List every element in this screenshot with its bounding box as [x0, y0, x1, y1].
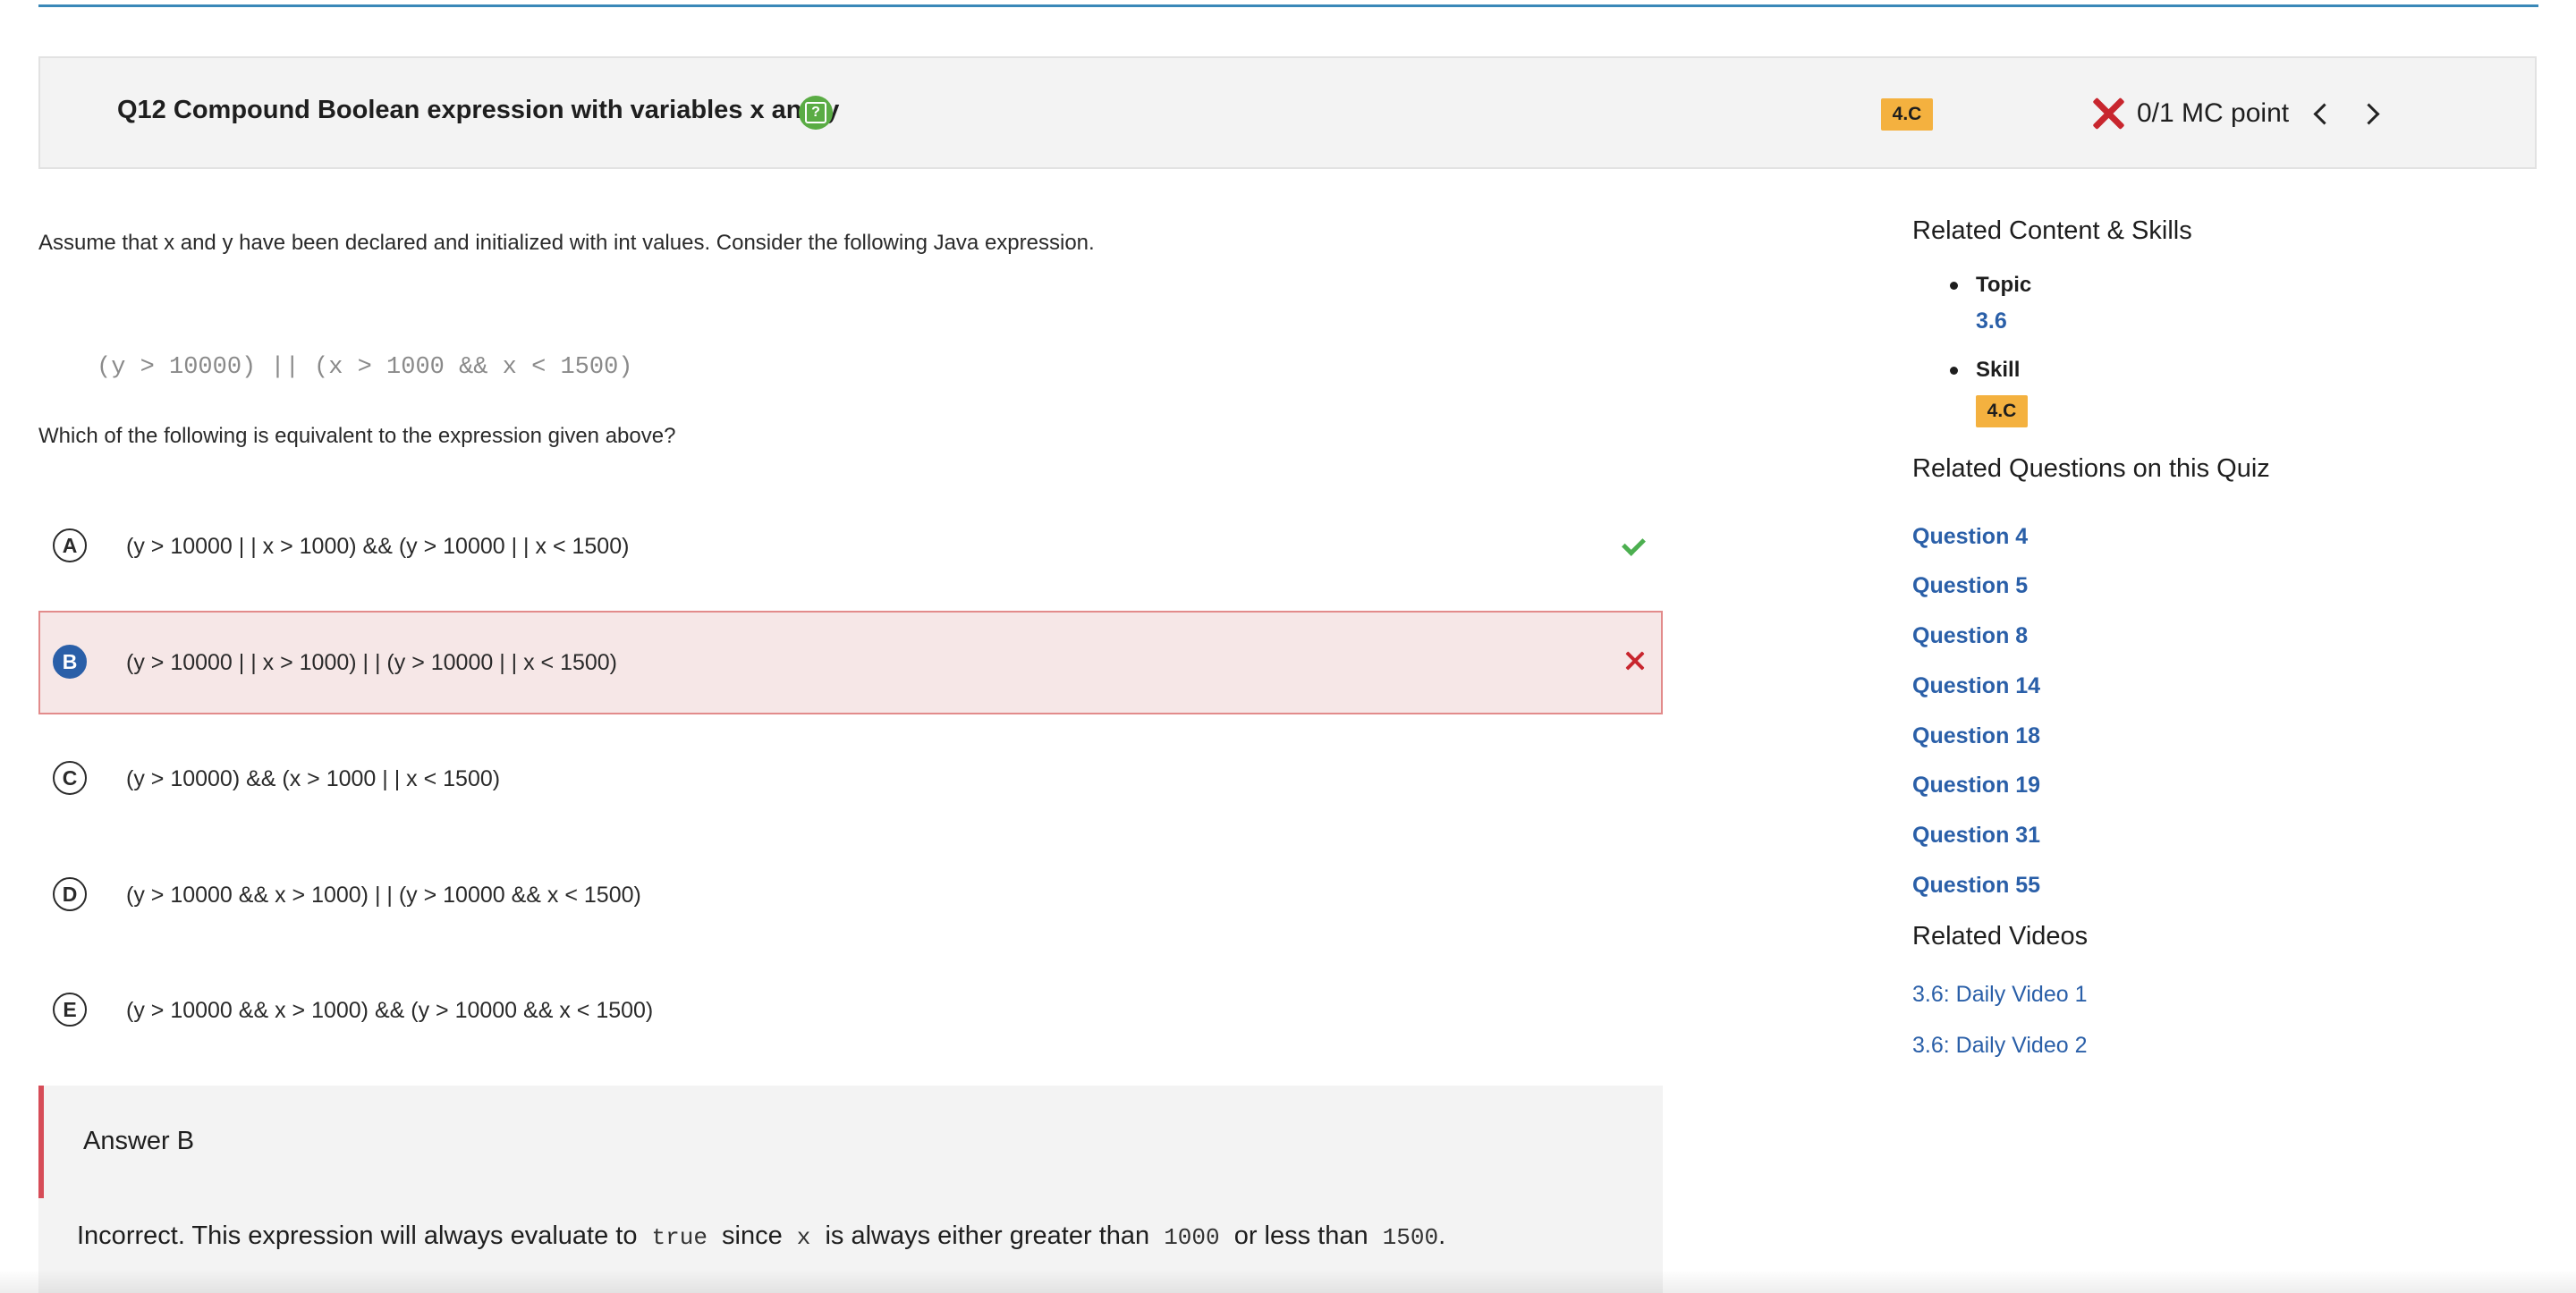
answer-explanation: Answer B Incorrect. This expression will…	[38, 1086, 1663, 1293]
bullet	[1950, 367, 1958, 375]
topic-label: Topic	[1976, 273, 2032, 297]
related-content-heading: Related Content & Skills	[1912, 216, 2192, 245]
related-question-link[interactable]: Question 5	[1912, 573, 2028, 599]
answer-text: Incorrect. This expression will always e…	[77, 1221, 1445, 1251]
skill-badge: 4.C	[1881, 98, 1933, 131]
choice-text: (y > 10000 && x > 1000) && (y > 10000 &&…	[126, 998, 654, 1023]
related-question-link[interactable]: Question 8	[1912, 623, 2028, 649]
answer-code: 1000	[1164, 1224, 1220, 1251]
skill-label: Skill	[1976, 358, 2021, 382]
question-title: Q12 Compound Boolean expression with var…	[117, 96, 840, 124]
related-video-link[interactable]: 3.6: Daily Video 1	[1912, 982, 2088, 1008]
next-question-button[interactable]	[2357, 99, 2385, 128]
answer-title: Answer B	[83, 1127, 195, 1155]
choice-d[interactable]: D (y > 10000 && x > 1000) | | (y > 10000…	[38, 843, 1663, 947]
answer-code: true	[651, 1224, 708, 1251]
checkmark-icon	[1622, 532, 1648, 559]
question-prompt: Which of the following is equivalent to …	[38, 424, 676, 448]
related-question-link[interactable]: Question 31	[1912, 823, 2040, 849]
choice-e[interactable]: E (y > 10000 && x > 1000) && (y > 10000 …	[38, 959, 1663, 1062]
related-videos-heading: Related Videos	[1912, 922, 2089, 951]
answer-code: 1500	[1382, 1224, 1439, 1251]
answer-code: x	[796, 1224, 811, 1251]
topic-link[interactable]: 3.6	[1976, 308, 2007, 334]
choice-letter: B	[53, 645, 87, 679]
related-question-link[interactable]: Question 55	[1912, 873, 2040, 899]
related-question-link[interactable]: Question 4	[1912, 524, 2028, 550]
choice-c[interactable]: C (y > 10000) && (x > 1000 | | x < 1500)	[38, 727, 1663, 831]
choice-letter: E	[53, 993, 87, 1027]
chevron-right-icon	[2357, 102, 2380, 125]
question-header: Q12 Compound Boolean expression with var…	[38, 56, 2537, 169]
choice-text: (y > 10000 | | x > 1000) | | (y > 10000 …	[126, 650, 618, 675]
answer-text-part: Incorrect. This expression will always e…	[77, 1221, 638, 1250]
related-question-link[interactable]: Question 18	[1912, 723, 2040, 749]
skill-badge: 4.C	[1976, 395, 2028, 427]
choice-a[interactable]: A (y > 10000 | | x > 1000) && (y > 10000…	[38, 494, 1663, 598]
top-divider	[38, 4, 2538, 7]
score-indicator: 0/1 MC point	[2090, 91, 2289, 136]
help-icon[interactable]: ?	[799, 96, 833, 130]
related-question-link[interactable]: Question 19	[1912, 773, 2040, 799]
chevron-left-icon	[2312, 102, 2335, 125]
answer-text-part: .	[1438, 1221, 1446, 1250]
incorrect-icon	[2090, 96, 2126, 131]
choice-text: (y > 10000 | | x > 1000) && (y > 10000 |…	[126, 534, 630, 559]
choice-letter: D	[53, 877, 87, 911]
choice-b[interactable]: B (y > 10000 | | x > 1000) | | (y > 1000…	[38, 611, 1663, 714]
question-stem: Assume that x and y have been declared a…	[38, 231, 1095, 255]
related-video-link[interactable]: 3.6: Daily Video 2	[1912, 1033, 2088, 1059]
choice-letter: C	[53, 761, 87, 795]
code-expression: (y > 10000) || (x > 1000 && x < 1500)	[97, 354, 633, 381]
answer-text-part: or less than	[1233, 1221, 1368, 1250]
choice-text: (y > 10000) && (x > 1000 | | x < 1500)	[126, 766, 501, 791]
answer-text-part: is always either greater than	[825, 1221, 1150, 1250]
previous-question-button[interactable]	[2307, 99, 2335, 128]
answer-text-part: since	[722, 1221, 783, 1250]
incorrect-x-icon	[1622, 648, 1648, 675]
score-text: 0/1 MC point	[2137, 98, 2290, 128]
choice-letter: A	[53, 528, 87, 562]
answer-accent-bar	[38, 1086, 44, 1198]
bullet	[1950, 282, 1958, 290]
related-question-link[interactable]: Question 14	[1912, 673, 2040, 699]
bottom-shadow	[0, 1270, 2576, 1293]
choice-text: (y > 10000 && x > 1000) | | (y > 10000 &…	[126, 883, 641, 908]
related-questions-heading: Related Questions on this Quiz	[1912, 454, 2270, 483]
